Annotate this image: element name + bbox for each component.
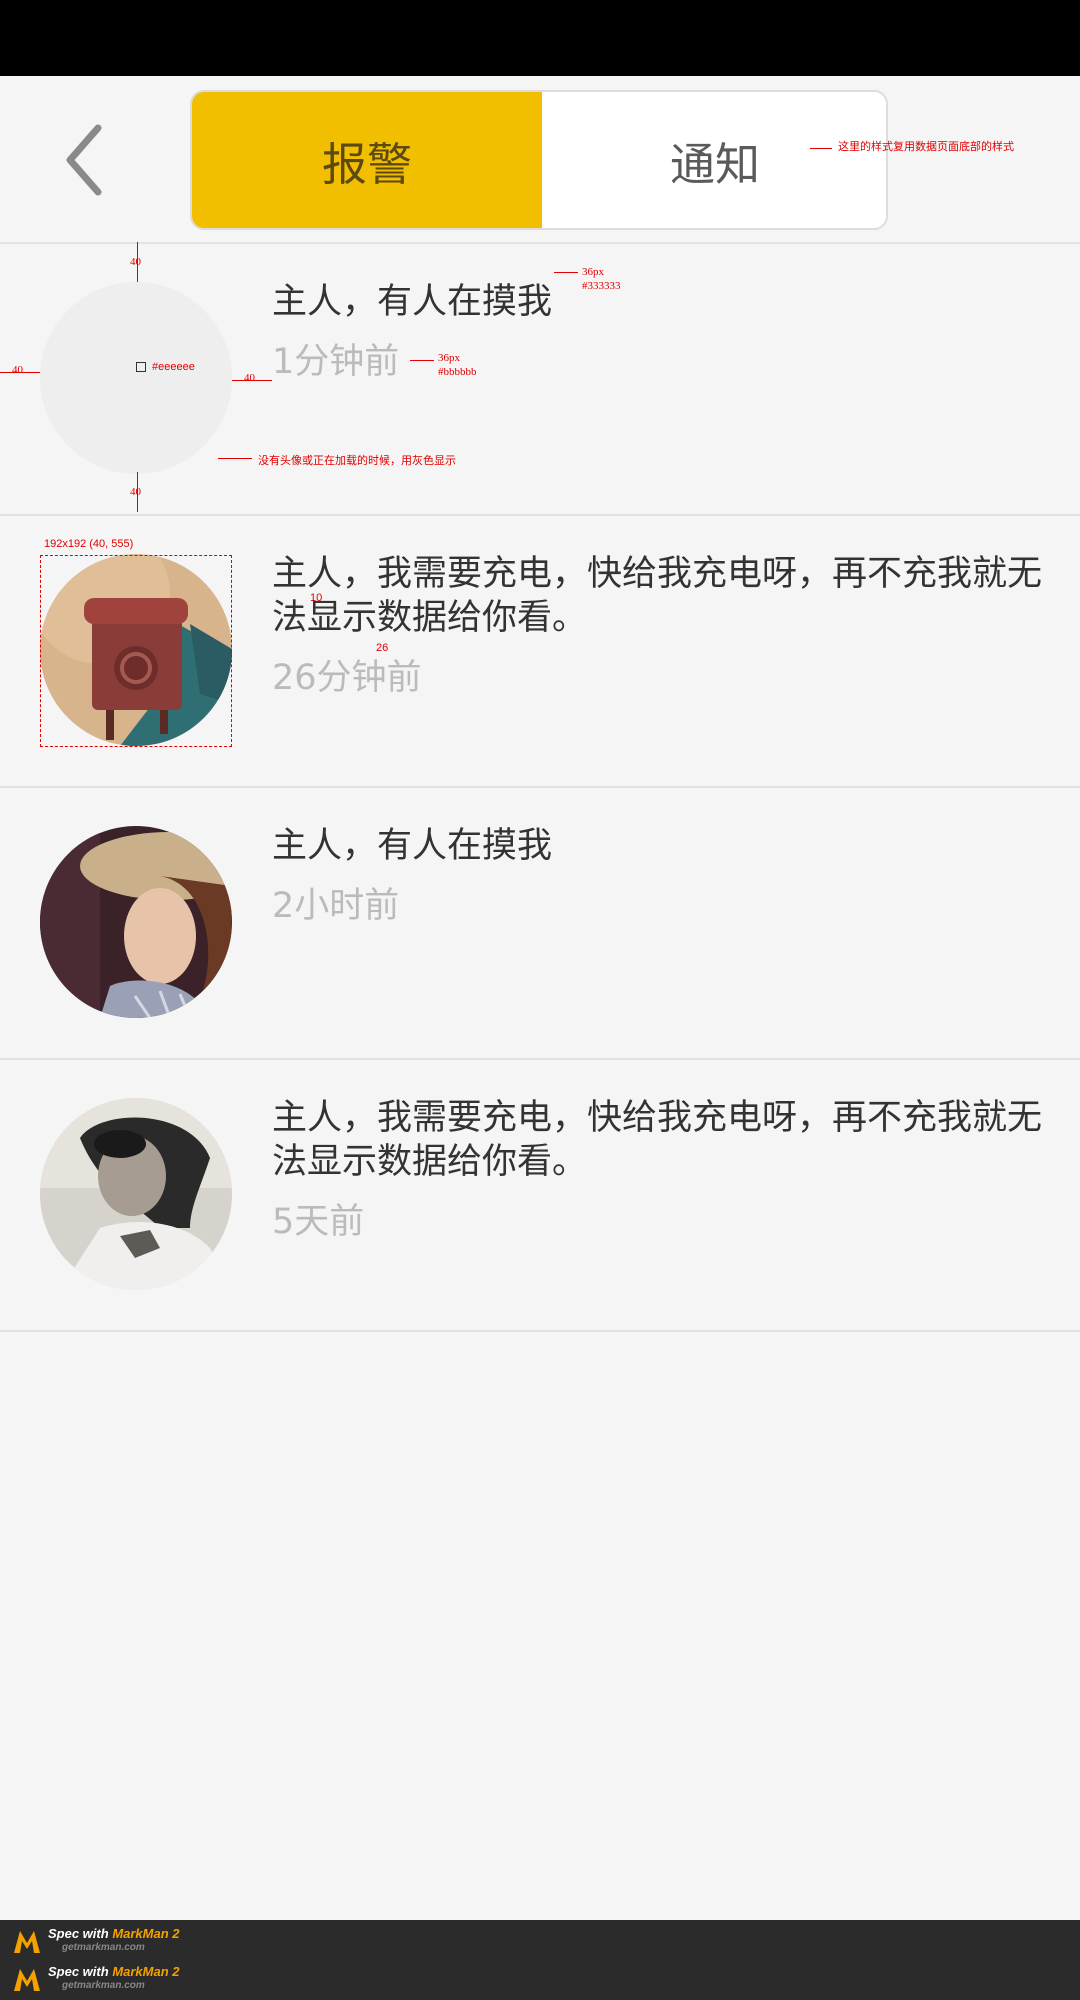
annotation-placeholder-color: #eeeeee	[152, 361, 195, 373]
annotation-time-size: 36px	[438, 352, 460, 364]
markman-footer: Spec with MarkMan 2 getmarkman.com Spec …	[0, 1920, 1080, 2000]
avatar-placeholder	[40, 282, 232, 474]
tab-alarm[interactable]: 报警	[192, 92, 542, 228]
annotation-time-color: #bbbbbb	[438, 366, 477, 378]
list-item[interactable]: 主人，有人在摸我 2小时前	[0, 788, 1080, 1060]
annotation-line	[810, 148, 832, 149]
markman-logo-icon	[14, 1931, 40, 1953]
annotation-line	[218, 458, 252, 459]
message-list: 主人，有人在摸我 1分钟前 主人，我需要充电，快给我充电呀，再不充我就无法显示数…	[0, 244, 1080, 1332]
markman-badge: Spec with MarkMan 2 getmarkman.com	[12, 1922, 180, 1960]
annotation-avatar-spec: 192x192 (40, 555)	[44, 538, 134, 550]
message-title: 主人，我需要充电，快给我充电呀，再不充我就无法显示数据给你看。	[272, 554, 1043, 638]
markman-badge: Spec with MarkMan 2 getmarkman.com	[12, 1960, 180, 1998]
list-item[interactable]: 主人，我需要充电，快给我充电呀，再不充我就无法显示数据给你看。 5天前	[0, 1060, 1080, 1332]
annotation-margin-top: 40	[130, 256, 141, 268]
markman-prefix: Spec with	[48, 1964, 109, 1979]
markman-url: getmarkman.com	[62, 1942, 145, 1953]
markman-brand: MarkMan 2	[112, 1964, 180, 1979]
top-bar: 报警 通知	[0, 76, 1080, 244]
message-title: 主人，我需要充电，快给我充电呀，再不充我就无法显示数据给你看。	[272, 1098, 1043, 1182]
message-time: 26分钟前	[272, 658, 422, 698]
message-time: 5天前	[272, 1202, 365, 1242]
annotation-title-color: #333333	[582, 280, 621, 292]
markman-prefix: Spec with	[48, 1926, 109, 1941]
message-title: 主人，有人在摸我	[272, 282, 553, 322]
annotation-margin-left: 40	[12, 364, 23, 376]
annotation-gap-title: 10	[310, 592, 323, 604]
color-swatch-icon	[136, 362, 146, 372]
man-aviator-goggles-photo	[40, 1098, 232, 1290]
annotation-line	[554, 272, 578, 273]
avatar	[40, 1098, 232, 1290]
annotation-tab-note: 这里的样式复用数据页面底部的样式	[838, 141, 1014, 153]
annotation-margin-right: 40	[244, 372, 255, 384]
annotation-line	[410, 360, 434, 361]
message-title: 主人，有人在摸我	[272, 826, 553, 866]
woman-straw-hat-photo	[40, 826, 232, 1018]
chevron-left-icon	[66, 124, 102, 196]
message-time: 1分钟前	[272, 342, 400, 382]
tab-notification[interactable]: 通知	[542, 92, 886, 228]
back-button[interactable]	[50, 122, 120, 198]
list-item[interactable]: 主人，有人在摸我 1分钟前	[0, 244, 1080, 516]
annotation-margin-bottom: 40	[130, 486, 141, 498]
annotation-bounding-box	[40, 555, 232, 747]
status-bar	[0, 0, 1080, 76]
message-time: 2小时前	[272, 886, 400, 926]
markman-url: getmarkman.com	[62, 1980, 145, 1991]
annotation-placeholder-note: 没有头像或正在加载的时候，用灰色显示	[258, 455, 456, 467]
annotation-gap-time: 26	[376, 642, 389, 654]
annotation-title-size: 36px	[582, 266, 604, 278]
markman-logo-icon	[14, 1969, 40, 1991]
avatar	[40, 826, 232, 1018]
markman-brand: MarkMan 2	[112, 1926, 180, 1941]
segmented-tabs: 报警 通知	[190, 90, 888, 230]
